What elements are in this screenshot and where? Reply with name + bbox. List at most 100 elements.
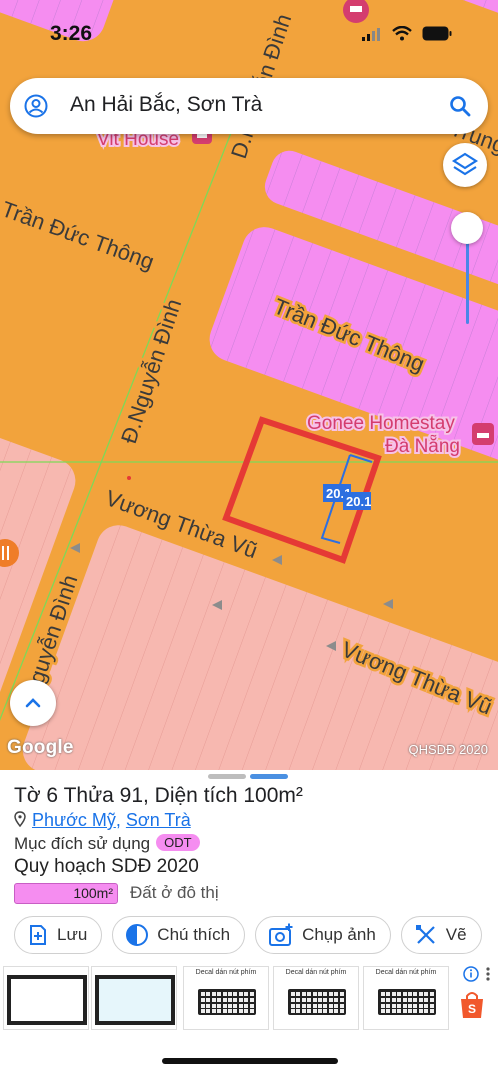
save-button[interactable]: Lưu xyxy=(14,916,103,954)
ad-key xyxy=(339,997,344,1002)
street-label-nguyen-dinh: Đ.Nguyễn Đình xyxy=(116,296,186,447)
ad-key xyxy=(397,1003,402,1008)
ad-key xyxy=(233,992,238,996)
opacity-slider-track[interactable] xyxy=(466,232,469,324)
ad-item-4[interactable]: Decal dán nút phím xyxy=(273,966,359,1030)
ad-key xyxy=(391,992,396,996)
ad-key xyxy=(397,997,402,1002)
expand-button[interactable] xyxy=(10,680,56,726)
poi-label-gonee[interactable]: Gonee Homestay xyxy=(305,411,457,436)
ad-item-2[interactable] xyxy=(91,966,177,1030)
ad-key xyxy=(296,1009,301,1014)
svg-text:S: S xyxy=(468,1002,476,1016)
ad-key xyxy=(429,1009,434,1014)
parcel-info-sheet[interactable]: Tờ 6 Thửa 91, Diện tích 100m² Phước Mỹ, … xyxy=(0,770,498,1080)
ad-key xyxy=(206,1009,211,1014)
ad-key xyxy=(323,1009,328,1014)
ad-key xyxy=(339,992,344,996)
parcel-title: Tờ 6 Thửa 91, Diện tích 100m² xyxy=(14,784,303,807)
ad-key xyxy=(201,992,205,996)
ad-key xyxy=(307,997,312,1002)
ward-link[interactable]: Phước Mỹ xyxy=(32,810,116,830)
ad-item-1[interactable] xyxy=(3,966,89,1030)
battery-icon xyxy=(422,26,452,41)
ad-key xyxy=(238,992,243,996)
ad-key xyxy=(386,1003,391,1008)
ad-key xyxy=(418,1009,423,1014)
ad-key xyxy=(291,992,295,996)
legend-button[interactable]: Chú thích xyxy=(112,916,246,954)
ad-key xyxy=(222,992,227,996)
ad-key xyxy=(206,992,211,996)
ad-caption: Decal dán nút phím xyxy=(195,969,257,976)
ad-key xyxy=(217,997,222,1002)
ad-key xyxy=(201,997,205,1002)
map-view[interactable]: 20.1 20.1 Trần Đức Thông Trần Đức Thông … xyxy=(0,0,498,770)
status-bar: 3:26 xyxy=(0,18,498,52)
ad-key xyxy=(318,1009,322,1014)
ad-item-3[interactable]: Decal dán nút phím xyxy=(183,966,269,1030)
layers-button[interactable] xyxy=(443,143,487,187)
ad-key xyxy=(339,1009,344,1014)
ad-key xyxy=(391,1009,396,1014)
sheet-handle-left[interactable] xyxy=(208,774,246,779)
ad-key xyxy=(323,1003,328,1008)
ad-key xyxy=(301,1003,306,1008)
ad-item-5[interactable]: Decal dán nút phím xyxy=(363,966,449,1030)
ad-banner[interactable]: Decal dán nút phím Decal dán nút phím De… xyxy=(0,964,498,1034)
district-link[interactable]: Sơn Trà xyxy=(126,810,191,830)
ad-key xyxy=(424,1003,429,1008)
ad-key xyxy=(386,997,391,1002)
ad-key xyxy=(318,997,322,1002)
ad-key xyxy=(334,992,339,996)
ad-screen-frame xyxy=(7,975,87,1025)
ad-key xyxy=(424,1009,429,1014)
area-land-type: Đất ở đô thị xyxy=(130,883,219,902)
more-vert-icon[interactable] xyxy=(482,966,494,982)
ad-key xyxy=(334,1003,339,1008)
draw-button[interactable]: Vẽ xyxy=(400,916,482,954)
ad-key xyxy=(397,1009,402,1014)
ad-key xyxy=(408,992,412,996)
ad-key xyxy=(429,997,434,1002)
ad-key xyxy=(418,992,423,996)
ad-key xyxy=(244,1003,249,1008)
ad-key xyxy=(296,1003,301,1008)
ad-key xyxy=(402,1003,407,1008)
add-photo-icon xyxy=(269,923,293,946)
hotel-pin-icon-gonee[interactable] xyxy=(472,423,494,445)
ad-key xyxy=(312,1003,317,1008)
sheet-handle-right[interactable] xyxy=(250,774,288,779)
opacity-slider-knob[interactable] xyxy=(451,212,483,244)
area-value-badge: 100m² xyxy=(14,882,118,904)
search-input[interactable]: An Hải Bắc, Sơn Trà xyxy=(70,93,262,117)
ad-key xyxy=(233,997,238,1002)
shopping-bag-icon[interactable]: S xyxy=(458,990,486,1020)
capture-button[interactable]: Chụp ảnh xyxy=(255,916,391,954)
ad-key xyxy=(217,1009,222,1014)
purpose-code-badge: ODT xyxy=(156,834,200,851)
ad-key xyxy=(228,997,232,1002)
ad-info-icon[interactable] xyxy=(463,966,479,982)
ad-key xyxy=(318,992,322,996)
ad-key xyxy=(339,1003,344,1008)
add-bookmark-icon xyxy=(30,925,46,945)
poi-label-da-nang[interactable]: Đà Nẵng xyxy=(383,434,462,459)
search-bar[interactable]: An Hải Bắc, Sơn Trà xyxy=(10,78,488,134)
ad-key xyxy=(413,1003,418,1008)
ad-key xyxy=(312,997,317,1002)
ad-key xyxy=(238,997,243,1002)
app-root: 20.1 20.1 Trần Đức Thông Trần Đức Thông … xyxy=(0,0,498,1080)
ad-key xyxy=(244,992,249,996)
ad-key xyxy=(211,997,216,1002)
ad-key xyxy=(228,992,232,996)
account-icon[interactable] xyxy=(24,94,48,118)
land-use-purpose: Mục đích sử dụng ODT xyxy=(14,834,200,854)
signal-icon xyxy=(362,27,380,41)
measure-label-2: 20.1 xyxy=(346,494,371,509)
ad-key xyxy=(323,997,328,1002)
ad-key xyxy=(413,992,418,996)
purpose-label: Mục đích sử dụng xyxy=(14,834,151,853)
search-icon[interactable] xyxy=(448,94,472,118)
status-icons xyxy=(362,26,452,41)
